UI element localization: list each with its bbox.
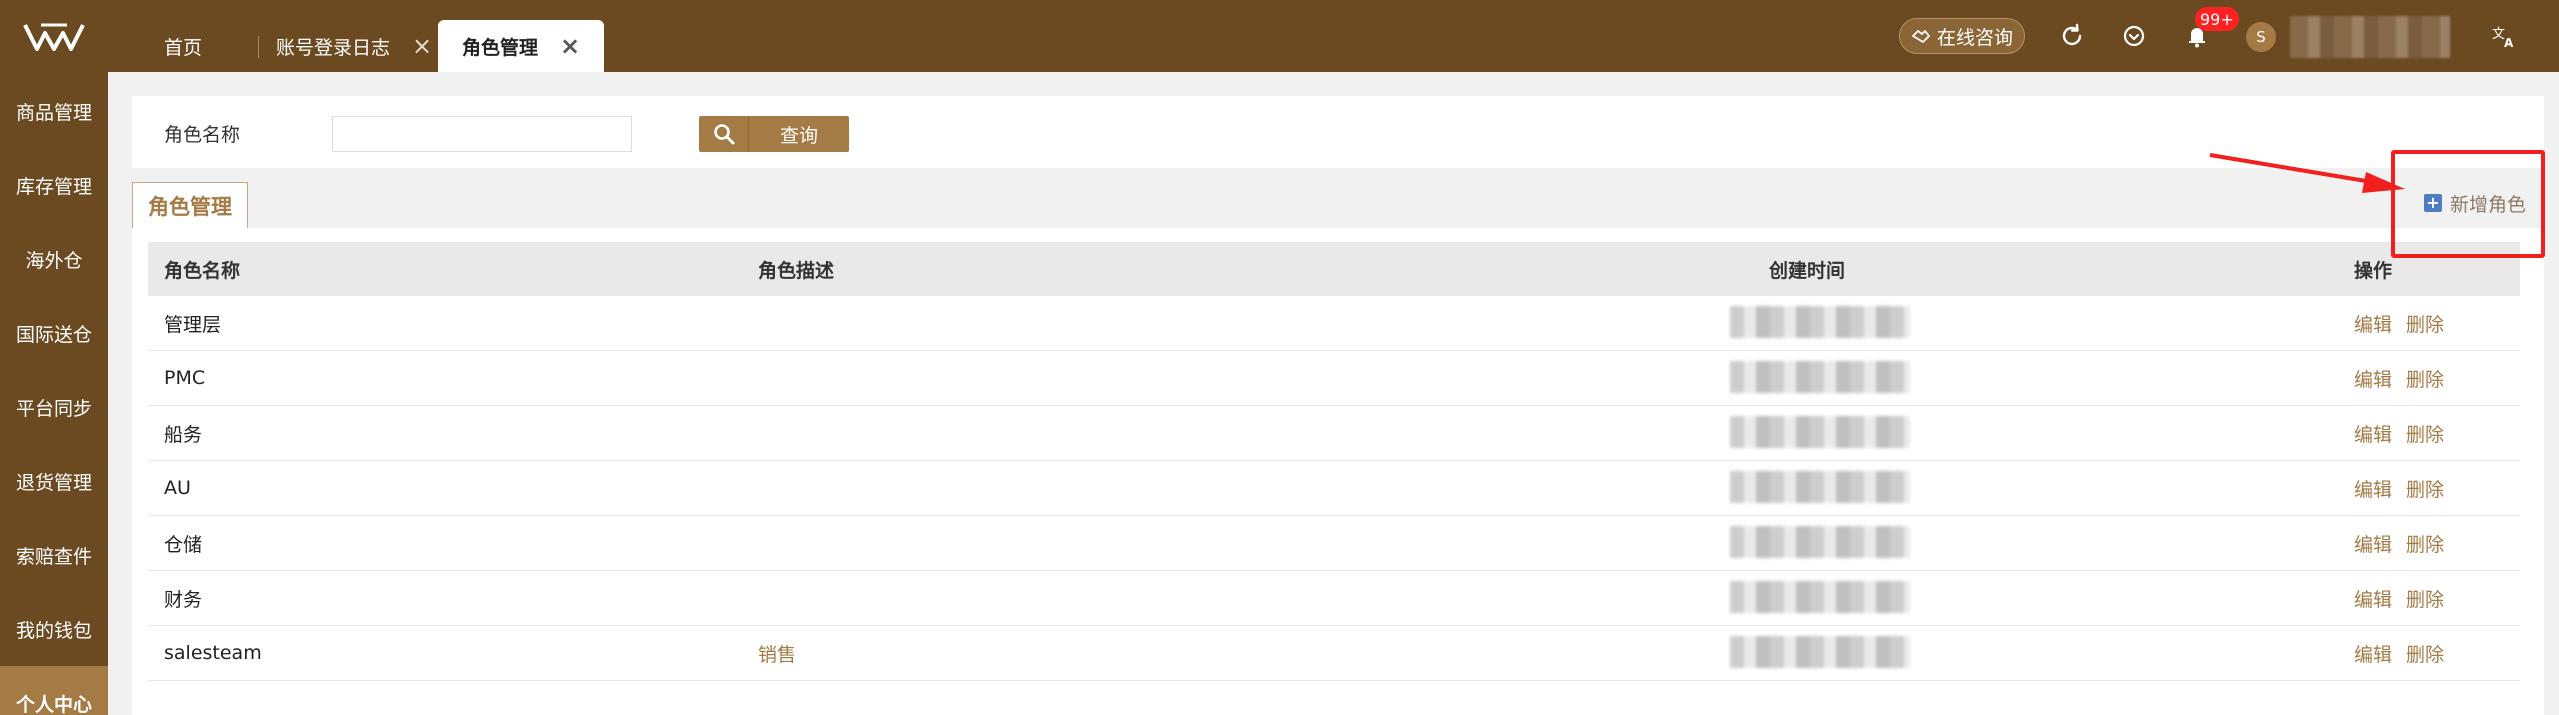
close-icon[interactable]: ×	[560, 32, 580, 60]
table-row: 仓储 编辑 删除	[148, 516, 2520, 571]
search-panel: 角色名称 查询	[132, 96, 2544, 168]
sidebar-item-wallet[interactable]: 我的钱包	[0, 592, 108, 666]
header-role-name: 角色名称	[164, 259, 241, 282]
role-management-tab[interactable]: 角色管理	[132, 182, 248, 228]
edit-link[interactable]: 编辑	[2354, 530, 2392, 557]
delete-link[interactable]: 删除	[2406, 365, 2444, 392]
sidebar-item-inventory[interactable]: 库存管理	[0, 148, 108, 222]
online-consult-button[interactable]: 在线咨询	[1899, 18, 2025, 54]
role-name-cell: 管理层	[164, 313, 222, 336]
delete-link[interactable]: 删除	[2406, 310, 2444, 337]
sidebar-item-intl-delivery[interactable]: 国际送仓	[0, 296, 108, 370]
edit-link[interactable]: 编辑	[2354, 420, 2392, 447]
header-role-desc: 角色描述	[758, 259, 835, 282]
sidebar-item-label: 海外仓	[25, 249, 83, 272]
created-time-redacted	[1730, 416, 1910, 448]
sidebar-item-returns[interactable]: 退货管理	[0, 444, 108, 518]
role-name-cell: salesteam	[164, 642, 262, 664]
svg-text:A: A	[2504, 36, 2514, 50]
sidebar-item-goods[interactable]: 商品管理	[0, 74, 108, 148]
tab-divider	[258, 36, 259, 58]
sidebar: 商品管理 库存管理 海外仓 国际送仓 平台同步 退货管理 索赔查件 我的钱包 个…	[0, 0, 108, 715]
role-name-cell: PMC	[164, 367, 206, 389]
sidebar-item-claims[interactable]: 索赔查件	[0, 518, 108, 592]
role-name-label: 角色名称	[164, 124, 241, 146]
close-icon[interactable]: ×	[412, 32, 432, 60]
table-header: 角色名称 角色描述 创建时间 操作	[148, 242, 2520, 296]
table-row: 船务 编辑 删除	[148, 406, 2520, 461]
row-actions: 编辑 删除	[2354, 461, 2444, 515]
query-button[interactable]: 查询	[699, 116, 849, 152]
row-actions: 编辑 删除	[2354, 571, 2444, 625]
row-actions: 编辑 删除	[2354, 516, 2444, 570]
header-actions: 操作	[2354, 259, 2393, 282]
sidebar-item-label: 平台同步	[15, 397, 92, 420]
created-time-redacted	[1730, 306, 1910, 338]
sidebar-item-label: 库存管理	[15, 175, 92, 198]
sidebar-item-personal-center[interactable]: 个人中心	[0, 666, 108, 715]
role-table: 角色名称 角色描述 创建时间 操作 管理层 编辑 删除 PMC 编辑 删除 船务…	[132, 228, 2544, 715]
delete-link[interactable]: 删除	[2406, 420, 2444, 447]
edit-link[interactable]: 编辑	[2354, 640, 2392, 667]
role-name-cell: 仓储	[164, 533, 203, 556]
avatar[interactable]: S	[2246, 22, 2276, 52]
role-name-cell: 船务	[164, 423, 203, 446]
brand-logo[interactable]	[0, 0, 108, 72]
role-name-cell: AU	[164, 477, 191, 499]
row-actions: 编辑 删除	[2354, 626, 2444, 680]
table-row: PMC 编辑 删除	[148, 351, 2520, 406]
created-time-redacted	[1730, 471, 1910, 503]
sidebar-item-label: 国际送仓	[15, 323, 92, 346]
handshake-icon	[1912, 30, 1930, 43]
table-row: 管理层 编辑 删除	[148, 296, 2520, 351]
sidebar-item-label: 我的钱包	[15, 619, 92, 642]
query-label: 查询	[779, 125, 818, 147]
sidebar-item-label: 商品管理	[15, 101, 92, 124]
created-time-redacted	[1730, 526, 1910, 558]
row-actions: 编辑 删除	[2354, 296, 2444, 350]
sidebar-item-overseas-warehouse[interactable]: 海外仓	[0, 222, 108, 296]
delete-link[interactable]: 删除	[2406, 475, 2444, 502]
edit-link[interactable]: 编辑	[2354, 365, 2392, 392]
edit-link[interactable]: 编辑	[2354, 585, 2392, 612]
search-icon	[699, 116, 749, 152]
created-time-redacted	[1730, 636, 1910, 668]
tab-label: 账号登录日志	[276, 36, 391, 59]
role-desc-cell: 销售	[758, 643, 797, 666]
role-name-cell: 财务	[164, 588, 203, 611]
consult-label: 在线咨询	[1936, 26, 2013, 49]
table-row: 财务 编辑 删除	[148, 571, 2520, 626]
table-row: AU 编辑 删除	[148, 461, 2520, 516]
table-row: salesteam 销售 编辑 删除	[148, 626, 2520, 681]
avatar-initial: S	[2256, 28, 2266, 46]
tab-login-log[interactable]: 账号登录日志 ×	[276, 20, 432, 72]
notification-badge: 99+	[2195, 7, 2239, 31]
tab-role-management[interactable]: 角色管理 ×	[438, 20, 605, 72]
edit-link[interactable]: 编辑	[2354, 310, 2392, 337]
user-name-redacted	[2290, 16, 2450, 58]
delete-link[interactable]: 删除	[2406, 530, 2444, 557]
refresh-icon[interactable]	[2058, 22, 2086, 50]
delete-link[interactable]: 删除	[2406, 585, 2444, 612]
sidebar-item-label: 退货管理	[15, 471, 92, 494]
row-actions: 编辑 删除	[2354, 406, 2444, 460]
sidebar-item-label: 个人中心	[15, 693, 92, 715]
created-time-redacted	[1730, 581, 1910, 613]
logo-icon	[23, 23, 85, 51]
edit-link[interactable]: 编辑	[2354, 475, 2392, 502]
role-name-input[interactable]	[332, 116, 632, 152]
tab-home[interactable]: 首页	[164, 20, 202, 72]
translate-icon[interactable]: 文 A	[2490, 22, 2518, 50]
favorite-icon[interactable]	[2120, 22, 2148, 50]
header-created-time: 创建时间	[1769, 259, 1846, 282]
sidebar-item-platform-sync[interactable]: 平台同步	[0, 370, 108, 444]
row-actions: 编辑 删除	[2354, 351, 2444, 405]
tab-label: 首页	[164, 36, 203, 59]
created-time-redacted	[1730, 361, 1910, 393]
annotation-highlight-box	[2391, 150, 2545, 258]
tab-label: 角色管理	[462, 36, 539, 59]
sidebar-item-label: 索赔查件	[15, 545, 92, 568]
delete-link[interactable]: 删除	[2406, 640, 2444, 667]
